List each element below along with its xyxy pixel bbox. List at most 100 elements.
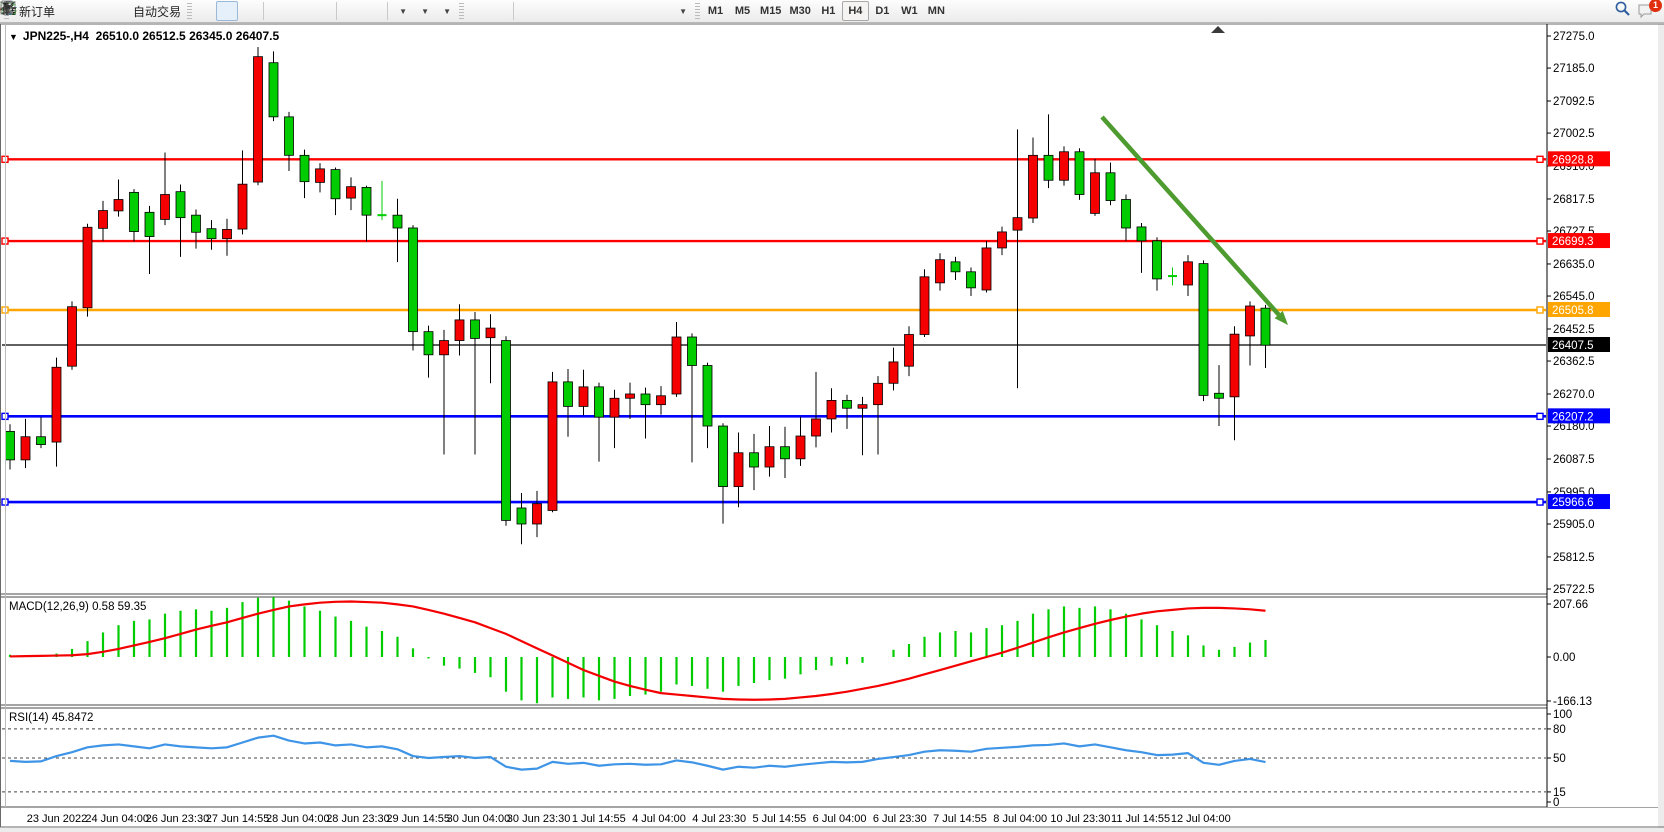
equidistant-channel-button[interactable]: E <box>583 1 605 21</box>
timeframe-button-m5[interactable]: M5 <box>729 1 756 21</box>
chart-canvas[interactable]: 27275.027185.027092.527002.526910.026817… <box>0 23 1664 832</box>
candle-body <box>1153 241 1162 279</box>
notifications-button[interactable]: 1 <box>1636 2 1658 22</box>
autotrading-button[interactable]: 自动交易 <box>125 1 185 21</box>
timeframe-button-m1[interactable]: M1 <box>702 1 729 21</box>
candle-body <box>796 436 805 459</box>
zoom-in-button[interactable] <box>267 1 289 21</box>
bar-chart-button[interactable] <box>194 1 216 21</box>
autoscroll-button[interactable] <box>340 1 362 21</box>
signals-button[interactable] <box>103 1 125 21</box>
text-label-button[interactable]: T <box>649 1 671 21</box>
candle-body <box>843 400 852 408</box>
toolbar-grip[interactable] <box>459 3 464 19</box>
time-axis-label: 4 Jul 04:00 <box>632 813 686 825</box>
price-axis-label: 26087.5 <box>1553 454 1595 466</box>
candle-body <box>812 419 821 436</box>
mt4-window: 新订单 自动交易 <box>0 0 1664 832</box>
candle-body <box>1029 155 1038 218</box>
time-axis-label: 4 Jul 23:30 <box>692 813 746 825</box>
price-axis-label: 25722.5 <box>1553 584 1595 596</box>
hline-handle-right[interactable] <box>1537 156 1543 162</box>
macd-label: MACD(12,26,9) 0.58 59.35 <box>9 601 146 613</box>
candle-body <box>1184 262 1193 285</box>
time-axis-label: 24 Jun 04:00 <box>85 813 149 825</box>
candle-body <box>1230 334 1239 397</box>
price-badge-label: 26505.8 <box>1552 305 1594 317</box>
candle-body <box>564 382 573 407</box>
tile-windows-button[interactable] <box>311 1 333 21</box>
metaeditor-button[interactable] <box>59 1 81 21</box>
indicators-button[interactable]: ▼ <box>391 1 413 21</box>
templates-button[interactable]: ▼ <box>435 1 457 21</box>
price-axis-label: 26362.5 <box>1553 356 1595 368</box>
candle-body <box>1044 155 1053 180</box>
candle-body <box>905 334 914 366</box>
periods-button[interactable]: ▼ <box>413 1 435 21</box>
candle-body <box>254 57 263 182</box>
candle-body <box>424 332 433 355</box>
candle-body <box>316 169 325 183</box>
arrows-button[interactable]: ▼ <box>671 1 693 21</box>
price-axis-label: 25812.5 <box>1553 552 1595 564</box>
trendline-button[interactable] <box>561 1 583 21</box>
symbol-dropdown-icon[interactable]: ▼ <box>9 32 18 42</box>
price-axis-label: 26452.5 <box>1553 324 1595 336</box>
candle-body <box>734 453 743 487</box>
candle-body <box>982 248 991 290</box>
candle-body <box>951 262 960 272</box>
timeframe-button-m15[interactable]: M15 <box>756 1 785 21</box>
timeframe-button-h4[interactable]: H4 <box>842 1 869 21</box>
candlestick-chart-button[interactable] <box>216 1 238 21</box>
candle-body <box>269 63 278 117</box>
candle-body <box>393 215 402 228</box>
hline-handle-right[interactable] <box>1537 238 1543 244</box>
toolbar-grip[interactable] <box>695 3 700 19</box>
candle-body <box>486 328 495 338</box>
time-axis-label: 12 Jul 04:00 <box>1171 813 1231 825</box>
candle-body <box>1091 173 1100 214</box>
chevron-down-icon: ▼ <box>443 7 451 16</box>
candle-body <box>874 383 883 404</box>
line-chart-button[interactable] <box>238 1 260 21</box>
time-axis-label: 27 Jun 14:55 <box>206 813 270 825</box>
price-axis-label: 27002.5 <box>1553 128 1595 140</box>
search-icon <box>1614 0 1631 17</box>
time-axis-label: 28 Jun 23:30 <box>326 813 390 825</box>
timeframe-button-d1[interactable]: D1 <box>869 1 896 21</box>
timeframe-button-h1[interactable]: H1 <box>815 1 842 21</box>
text-button[interactable]: A <box>627 1 649 21</box>
timeframe-button-m30[interactable]: M30 <box>785 1 814 21</box>
cursor-button[interactable] <box>466 1 488 21</box>
time-axis-label: 26 Jun 23:30 <box>146 813 210 825</box>
candle-body <box>920 277 929 335</box>
hline-handle-right[interactable] <box>1537 499 1543 505</box>
candle-body <box>967 272 976 288</box>
search-button[interactable] <box>1614 2 1636 22</box>
zoom-out-button[interactable] <box>289 1 311 21</box>
fibonacci-button[interactable]: F <box>605 1 627 21</box>
candle-body <box>657 396 666 405</box>
vertical-line-button[interactable] <box>517 1 539 21</box>
chevron-down-icon: ▼ <box>421 7 429 16</box>
chart-shift-button[interactable] <box>362 1 384 21</box>
candle-body <box>83 227 92 308</box>
new-order-button[interactable]: 新订单 <box>11 1 59 21</box>
arrows-icon <box>0 0 16 16</box>
horizontal-line-button[interactable] <box>539 1 561 21</box>
toolbar-grip[interactable] <box>187 3 192 19</box>
candle-body <box>502 341 511 521</box>
price-badge-label: 26207.2 <box>1552 411 1594 423</box>
rsi-axis-label: 100 <box>1553 709 1572 721</box>
candle-body <box>68 307 77 366</box>
market-watch-button[interactable] <box>81 1 103 21</box>
candle-body <box>1137 227 1146 241</box>
price-axis-label: 25905.0 <box>1553 519 1595 531</box>
hline-handle-right[interactable] <box>1537 307 1543 313</box>
candle-body <box>548 382 557 511</box>
crosshair-button[interactable] <box>488 1 510 21</box>
timeframe-button-w1[interactable]: W1 <box>896 1 923 21</box>
timeframe-button-mn[interactable]: MN <box>923 1 950 21</box>
hline-handle-right[interactable] <box>1537 413 1543 419</box>
candle-body <box>579 387 588 407</box>
